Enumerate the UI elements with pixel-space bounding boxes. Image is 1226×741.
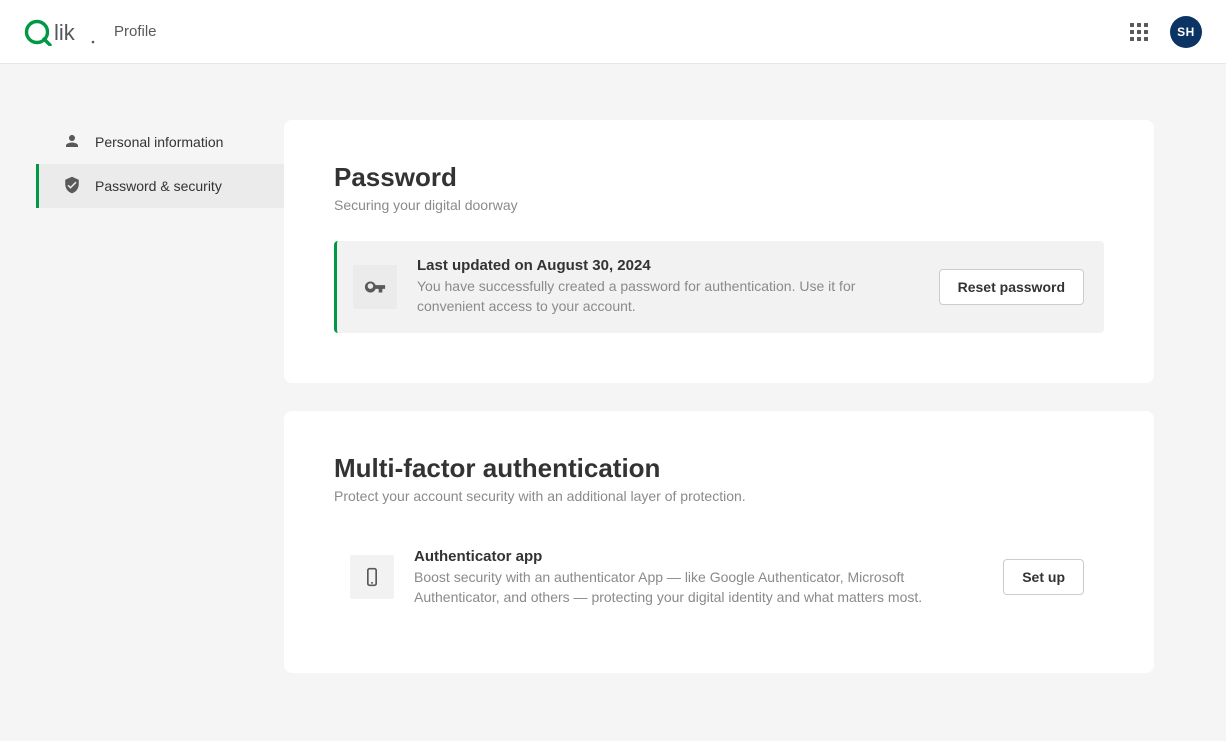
password-card: Password Securing your digital doorway L… xyxy=(284,120,1154,383)
setup-mfa-button[interactable]: Set up xyxy=(1003,559,1084,595)
svg-text:lik: lik xyxy=(54,20,76,45)
key-icon xyxy=(353,265,397,309)
header-right: SH xyxy=(1126,16,1202,48)
phone-icon xyxy=(350,555,394,599)
page-title: Profile xyxy=(114,23,157,40)
mfa-card: Multi-factor authentication Protect your… xyxy=(284,411,1154,674)
password-status-title: Last updated on August 30, 2024 xyxy=(417,257,919,274)
shield-icon xyxy=(63,176,81,197)
person-icon xyxy=(63,132,81,153)
app-launcher-icon[interactable] xyxy=(1126,19,1152,45)
mfa-subtitle: Protect your account security with an ad… xyxy=(334,488,1104,504)
app-header: lik Profile SH xyxy=(0,0,1226,64)
authenticator-app-text: Authenticator app Boost security with an… xyxy=(414,548,983,608)
authenticator-app-desc: Boost security with an authenticator App… xyxy=(414,567,983,608)
password-subtitle: Securing your digital doorway xyxy=(334,197,1104,213)
password-status-text: Last updated on August 30, 2024 You have… xyxy=(417,257,919,317)
avatar[interactable]: SH xyxy=(1170,16,1202,48)
authenticator-app-title: Authenticator app xyxy=(414,548,983,565)
reset-password-button[interactable]: Reset password xyxy=(939,269,1084,305)
authenticator-app-box: Authenticator app Boost security with an… xyxy=(334,532,1104,624)
sidebar-item-password-security[interactable]: Password & security xyxy=(36,164,284,208)
password-status-desc: You have successfully created a password… xyxy=(417,276,919,317)
password-heading: Password xyxy=(334,162,1104,193)
layout: Personal information Password & security… xyxy=(0,64,1226,741)
sidebar-item-label: Personal information xyxy=(95,134,223,150)
main-content: Password Securing your digital doorway L… xyxy=(284,120,1190,701)
qlik-logo[interactable]: lik xyxy=(24,18,96,46)
password-status-box: Last updated on August 30, 2024 You have… xyxy=(334,241,1104,333)
sidebar: Personal information Password & security xyxy=(0,120,284,701)
sidebar-item-label: Password & security xyxy=(95,178,222,194)
header-left: lik Profile xyxy=(24,18,157,46)
sidebar-item-personal-information[interactable]: Personal information xyxy=(36,120,284,164)
mfa-heading: Multi-factor authentication xyxy=(334,453,1104,484)
